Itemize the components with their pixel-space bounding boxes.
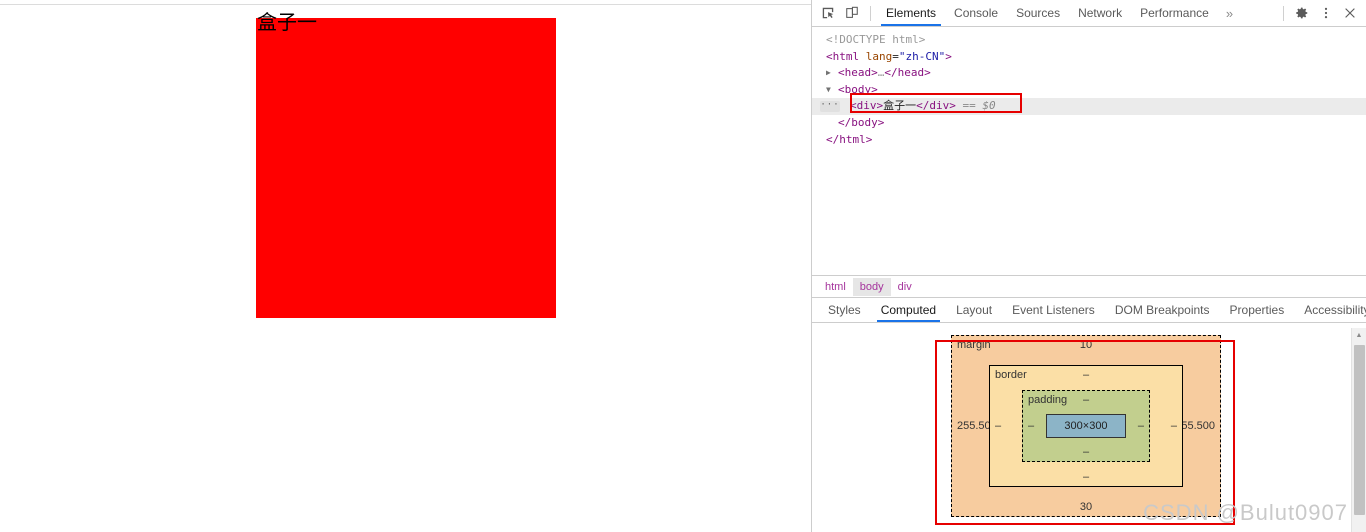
devtools-toolbar: Elements Console Sources Network Perform… <box>812 0 1366 27</box>
more-tabs-chevron-icon[interactable]: » <box>1218 6 1241 21</box>
dom-line-content: <html lang="zh-CN"> <box>826 49 952 63</box>
box-model-content-box[interactable]: 300×300 <box>1046 414 1126 438</box>
tab-console[interactable]: Console <box>945 2 1007 25</box>
subtab-accessibility[interactable]: Accessibility <box>1294 300 1366 321</box>
devtools-panel: Elements Console Sources Network Perform… <box>811 0 1366 532</box>
breadcrumb-item-body[interactable]: body <box>852 277 891 296</box>
device-toolbar-icon[interactable] <box>840 3 864 24</box>
border-left-value[interactable]: – <box>995 420 1001 432</box>
padding-left-value[interactable]: – <box>1028 420 1034 432</box>
computed-pane: margin 10 30 255.500 255.500 border – – … <box>812 323 1366 528</box>
padding-right-value[interactable]: – <box>1138 420 1144 432</box>
tab-performance[interactable]: Performance <box>1131 2 1218 25</box>
margin-top-value[interactable]: 10 <box>952 339 1220 351</box>
dom-line[interactable]: </html> <box>812 132 1366 149</box>
breadcrumb: html body div <box>812 275 1366 297</box>
breadcrumb-item-html[interactable]: html <box>818 278 853 296</box>
dom-tree[interactable]: <!DOCTYPE html> <html lang="zh-CN"> ▶ <h… <box>812 27 1366 275</box>
dom-line-content: <head>…</head> <box>838 66 931 80</box>
dom-line-selected-div[interactable]: ··· <div>盒子一</div> == $0 <box>812 98 1366 115</box>
box-model-padding-layer[interactable]: padding – – – – 300×300 <box>1022 390 1150 462</box>
subtab-computed[interactable]: Computed <box>871 300 946 322</box>
browser-page-viewport: 盒子一 <box>0 0 811 532</box>
dom-line[interactable]: ▶ <head>…</head> <box>812 65 1366 82</box>
breadcrumb-item-div[interactable]: div <box>891 278 919 296</box>
tab-sources[interactable]: Sources <box>1007 2 1069 25</box>
styles-subtabs: Styles Computed Layout Event Listeners D… <box>812 297 1366 323</box>
kebab-menu-icon[interactable] <box>1314 3 1338 24</box>
toolbar-divider-right <box>1283 5 1284 21</box>
inspect-element-icon[interactable] <box>816 3 840 24</box>
dom-line-content: <!DOCTYPE html> <box>826 33 926 46</box>
gear-icon[interactable] <box>1290 3 1314 24</box>
csdn-watermark: CSDN @Bulut0907 <box>1143 500 1348 525</box>
dom-line[interactable]: <!DOCTYPE html> <box>812 32 1366 49</box>
toolbar-right-group <box>1277 3 1362 24</box>
subtab-properties[interactable]: Properties <box>1220 300 1295 321</box>
red-box-element[interactable] <box>256 18 556 318</box>
dom-line-content: </body> <box>838 115 885 129</box>
dom-line[interactable]: ▼ <body> <box>812 82 1366 99</box>
dom-line-content: <body> <box>838 82 878 96</box>
dom-line[interactable]: <html lang="zh-CN"> <box>812 49 1366 66</box>
tab-network[interactable]: Network <box>1069 2 1131 25</box>
subtab-layout[interactable]: Layout <box>946 300 1002 321</box>
tab-elements[interactable]: Elements <box>877 2 945 26</box>
box-model-margin-layer[interactable]: margin 10 30 255.500 255.500 border – – … <box>951 335 1221 517</box>
border-bottom-value[interactable]: – <box>990 471 1182 483</box>
collapse-triangle-body-icon[interactable]: ▼ <box>826 82 831 99</box>
border-right-value[interactable]: – <box>1171 420 1177 432</box>
subtab-dom-breakpoints[interactable]: DOM Breakpoints <box>1105 300 1220 321</box>
red-box-label: 盒子一 <box>257 10 317 34</box>
dom-line[interactable]: </body> <box>812 115 1366 132</box>
subtab-styles[interactable]: Styles <box>818 300 871 321</box>
dom-line-content: <div>盒子一</div> == $0 <box>850 99 996 113</box>
box-model-diagram: margin 10 30 255.500 255.500 border – – … <box>936 335 1236 517</box>
computed-pane-scrollbar[interactable]: ▲ <box>1351 328 1366 532</box>
padding-top-value[interactable]: – <box>1023 394 1149 406</box>
scroll-up-arrow-icon[interactable]: ▲ <box>1352 328 1366 343</box>
box-model-border-layer[interactable]: border – – – – padding – – – – 300×300 <box>989 365 1183 487</box>
border-top-value[interactable]: – <box>990 369 1182 381</box>
dom-line-content: </html> <box>826 132 873 146</box>
subtab-event-listeners[interactable]: Event Listeners <box>1002 300 1105 321</box>
toolbar-divider <box>870 5 871 21</box>
close-icon[interactable] <box>1338 3 1362 24</box>
scrollbar-thumb[interactable] <box>1354 345 1365 515</box>
padding-bottom-value[interactable]: – <box>1023 446 1149 458</box>
dom-more-options-icon[interactable]: ··· <box>820 101 840 113</box>
viewport-top-divider <box>0 4 811 5</box>
expand-triangle-head-icon[interactable]: ▶ <box>826 65 831 82</box>
